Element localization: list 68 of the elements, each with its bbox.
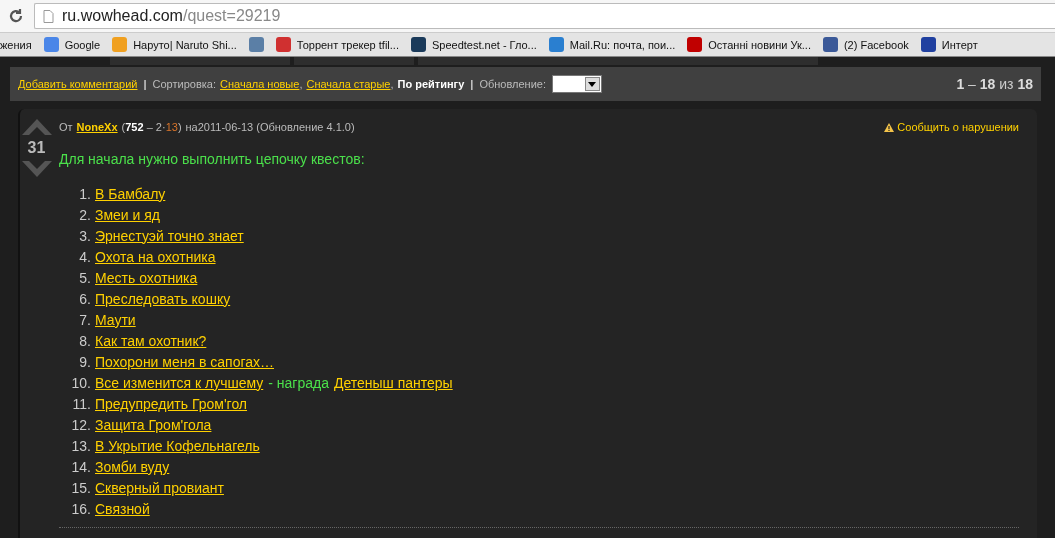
- reload-icon[interactable]: [8, 8, 24, 24]
- downvote-icon[interactable]: [21, 161, 52, 177]
- quest-link[interactable]: Связной: [95, 500, 150, 517]
- list-number: 5.: [78, 269, 92, 286]
- quest-link[interactable]: Детеныш пантеры: [333, 374, 453, 391]
- list-number: 11.: [71, 395, 92, 412]
- bookmark[interactable]: Наруто| Naruto Shi...: [112, 37, 237, 52]
- bookmark[interactable]: Speedtest.net - Гло...: [410, 37, 537, 52]
- quest-link[interactable]: Защита Гром'гола: [95, 416, 212, 433]
- bookmark[interactable]: Интерт: [920, 37, 978, 52]
- author-prefix: От: [59, 121, 73, 133]
- list-number: 6.: [78, 290, 92, 307]
- quest-link[interactable]: В Укрытие Кофельнагель: [95, 437, 260, 454]
- list-number: 10.: [70, 374, 92, 391]
- quest-link[interactable]: Предупредить Гром'гол: [95, 395, 248, 412]
- dropdown-arrow-icon: [588, 81, 597, 87]
- upvote-icon[interactable]: [21, 119, 52, 135]
- quest-link[interactable]: Скверный провиант: [95, 479, 224, 496]
- bookmark-icon[interactable]: [248, 37, 264, 52]
- bookmark[interactable]: жения: [0, 38, 32, 51]
- reward-label: - награда: [268, 374, 329, 391]
- quest-link[interactable]: Охота на охотника: [95, 248, 216, 265]
- author-rating: (752 – 2·13): [121, 121, 182, 133]
- quest-link[interactable]: Похорони меня в сапогах…: [95, 353, 274, 370]
- update-label: Обновление:: [479, 78, 546, 90]
- address-field[interactable]: ru.wowhead.com/quest=29219: [34, 3, 1055, 29]
- quest-link[interactable]: В Бамбалу: [95, 185, 166, 202]
- warning-icon: [884, 122, 895, 132]
- comma: ,: [299, 78, 303, 90]
- separator: |: [143, 78, 147, 90]
- quest-link[interactable]: Зомби вуду: [95, 458, 170, 475]
- separator: |: [470, 78, 474, 90]
- intro-text: Для начала нужно выполнить цепочку квестов:: [59, 151, 366, 167]
- bookmark[interactable]: Mail.Ru: почта, пои...: [548, 37, 676, 52]
- quest-link[interactable]: Преследовать кошку: [95, 290, 231, 307]
- comma: ,: [390, 78, 394, 90]
- list-number: 9.: [78, 353, 92, 370]
- list-number: 13.: [70, 437, 92, 454]
- update-select[interactable]: [552, 75, 602, 93]
- list-number: 15.: [70, 479, 92, 496]
- report-link[interactable]: Сообщить о нарушении: [884, 121, 1019, 133]
- page-icon: [43, 9, 54, 23]
- quest-link[interactable]: Как там охотник?: [95, 332, 207, 349]
- sort-label: Сортировка:: [152, 78, 216, 90]
- list-number: 16.: [70, 500, 92, 517]
- sort-option[interactable]: По рейтингу: [397, 78, 465, 90]
- bookmark[interactable]: Останні новини Ук...: [687, 37, 811, 52]
- quest-link[interactable]: Месть охотника: [95, 269, 198, 286]
- list-number: 14.: [70, 458, 92, 475]
- bookmark[interactable]: Торрент трекер tfil...: [275, 37, 399, 52]
- comment-date: на2011-06-13 (Обновление 4.1.0): [185, 121, 355, 133]
- list-number: 7.: [78, 311, 92, 328]
- pager-count: 1 – 18 из 18: [956, 76, 1033, 92]
- quest-link[interactable]: Все изменится к лучшему: [95, 374, 264, 391]
- list-number: 4.: [78, 248, 92, 265]
- list-number: 3.: [78, 227, 92, 244]
- quest-link[interactable]: Эрнестуэй точно знает: [95, 227, 244, 244]
- quest-link[interactable]: Маути: [95, 311, 136, 328]
- bookmark[interactable]: Google: [43, 37, 101, 52]
- score: 31: [27, 139, 46, 157]
- list-number: 2.: [78, 206, 92, 223]
- quest-link[interactable]: Змеи и яд: [95, 206, 161, 223]
- list-number: 12.: [70, 416, 92, 433]
- bookmark[interactable]: (2) Facebook: [822, 37, 909, 52]
- list-number: 1.: [78, 185, 92, 202]
- add-comment-link[interactable]: Добавить комментарий: [18, 78, 138, 90]
- list-number: 8.: [78, 332, 92, 349]
- author-link[interactable]: NoneXx: [76, 121, 118, 133]
